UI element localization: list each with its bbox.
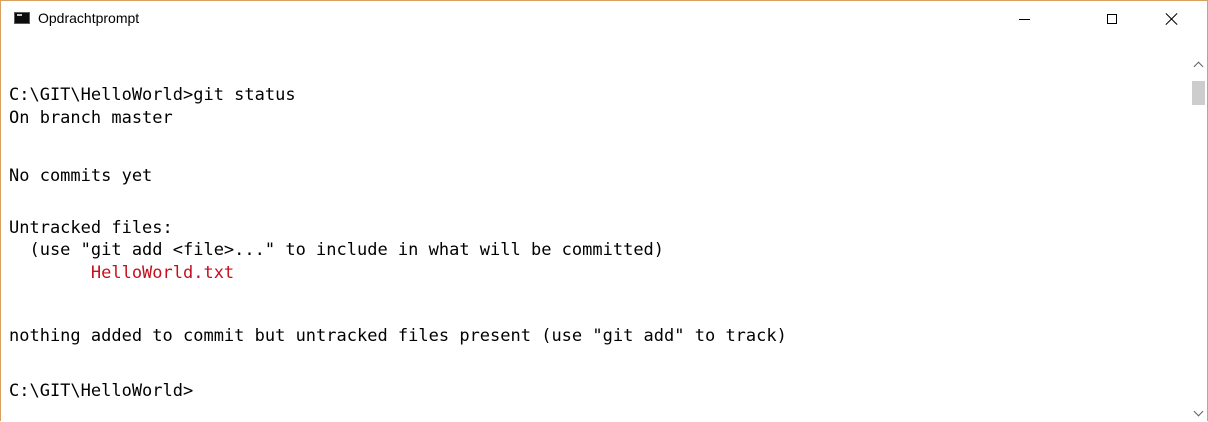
chevron-up-icon	[1193, 61, 1204, 72]
minimize-icon	[1018, 18, 1030, 20]
console-line: C:\GIT\HelloWorld>git status	[9, 85, 296, 105]
window-title: Opdrachtprompt	[38, 10, 140, 26]
cmd-icon[interactable]	[14, 12, 30, 24]
console-line: nothing added to commit but untracked fi…	[9, 326, 787, 346]
console-line: Untracked files:	[9, 218, 173, 238]
console-line: (use "git add <file>..." to include in w…	[9, 240, 665, 260]
close-button[interactable]	[1149, 1, 1195, 37]
scrollbar-thumb[interactable]	[1192, 81, 1205, 105]
minimize-button[interactable]	[1001, 1, 1047, 37]
console-line: No commits yet	[9, 166, 153, 186]
close-icon	[1165, 12, 1179, 26]
console-output[interactable]: C:\GIT\HelloWorld>git status On branch m…	[1, 37, 1190, 422]
command-prompt-window: Opdrachtprompt C:\GIT\HelloWorld>git sta…	[0, 0, 1208, 422]
console-line: On branch master	[9, 108, 173, 128]
untracked-file-line: HelloWorld.txt	[9, 263, 235, 283]
scroll-down-button[interactable]	[1190, 405, 1207, 422]
vertical-scrollbar[interactable]	[1190, 56, 1207, 422]
chevron-down-icon	[1193, 406, 1204, 417]
title-bar[interactable]: Opdrachtprompt	[1, 1, 1207, 37]
console-line: C:\GIT\HelloWorld>	[9, 381, 194, 401]
maximize-icon	[1107, 14, 1117, 24]
maximize-button[interactable]	[1089, 1, 1135, 37]
scroll-up-button[interactable]	[1190, 56, 1207, 73]
